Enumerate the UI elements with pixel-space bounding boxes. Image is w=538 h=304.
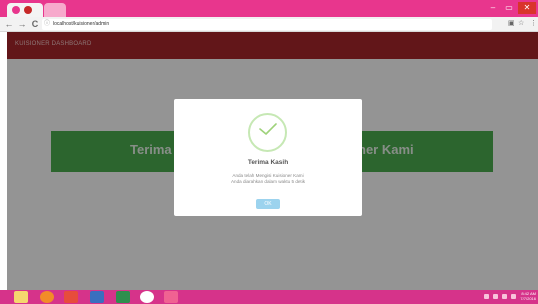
- signal-icon[interactable]: [511, 293, 517, 299]
- browser-tab-new[interactable]: [44, 3, 66, 17]
- menu-icon[interactable]: ⋮: [530, 18, 537, 30]
- app-icon[interactable]: [164, 291, 178, 303]
- ok-button[interactable]: OK: [256, 199, 280, 209]
- tab-close-icon[interactable]: [24, 6, 32, 14]
- system-tray: 8:42 AM 7/7/2016: [484, 291, 536, 301]
- address-text: localhost/kuisioner/admin: [53, 21, 110, 27]
- app-icon[interactable]: [64, 291, 78, 303]
- browser-tab-strip: – ▭ ✕: [0, 0, 538, 17]
- browser-tab-active[interactable]: [7, 3, 43, 17]
- clock-date: 7/7/2016: [520, 296, 536, 301]
- screen: – ▭ ✕ ← → C ⓘ localhost/kuisioner/admin …: [0, 0, 538, 304]
- network-icon[interactable]: [493, 293, 499, 299]
- firefox-icon[interactable]: [40, 291, 54, 303]
- tray-icon[interactable]: [484, 293, 490, 299]
- forward-button[interactable]: →: [16, 18, 28, 30]
- minimize-button[interactable]: –: [486, 2, 500, 14]
- success-dialog: Terima Kasih Anda telah Mengisi Kuisione…: [174, 99, 362, 216]
- close-button[interactable]: ✕: [518, 2, 536, 14]
- clock[interactable]: 8:42 AM 7/7/2016: [520, 291, 536, 301]
- info-icon[interactable]: ⓘ: [44, 19, 50, 30]
- volume-icon[interactable]: [502, 293, 508, 299]
- translate-icon[interactable]: ▣: [508, 18, 515, 30]
- checkmark-icon: [259, 123, 277, 135]
- word-icon[interactable]: [90, 291, 104, 303]
- favicon-icon: [12, 6, 20, 14]
- start-explorer-icon[interactable]: [14, 291, 28, 303]
- maximize-button[interactable]: ▭: [502, 2, 516, 14]
- excel-icon[interactable]: [116, 291, 130, 303]
- os-taskbar: 8:42 AM 7/7/2016: [0, 290, 538, 304]
- browser-toolbar: ← → C ⓘ localhost/kuisioner/admin ▣ ☆ ⋮: [0, 17, 538, 32]
- back-button[interactable]: ←: [3, 18, 15, 30]
- chrome-icon[interactable]: [140, 291, 154, 303]
- dialog-message-line: Anda diarahkan dalam waktu 5 detik: [230, 179, 306, 184]
- bookmark-star-icon[interactable]: ☆: [518, 18, 524, 30]
- window-controls: – ▭ ✕: [486, 2, 536, 14]
- address-bar[interactable]: ⓘ localhost/kuisioner/admin: [42, 19, 492, 30]
- dialog-message: Anda telah Mengisi Kuisioner Kami Anda d…: [174, 173, 362, 185]
- dialog-title: Terima Kasih: [247, 159, 289, 166]
- reload-button[interactable]: C: [29, 18, 41, 30]
